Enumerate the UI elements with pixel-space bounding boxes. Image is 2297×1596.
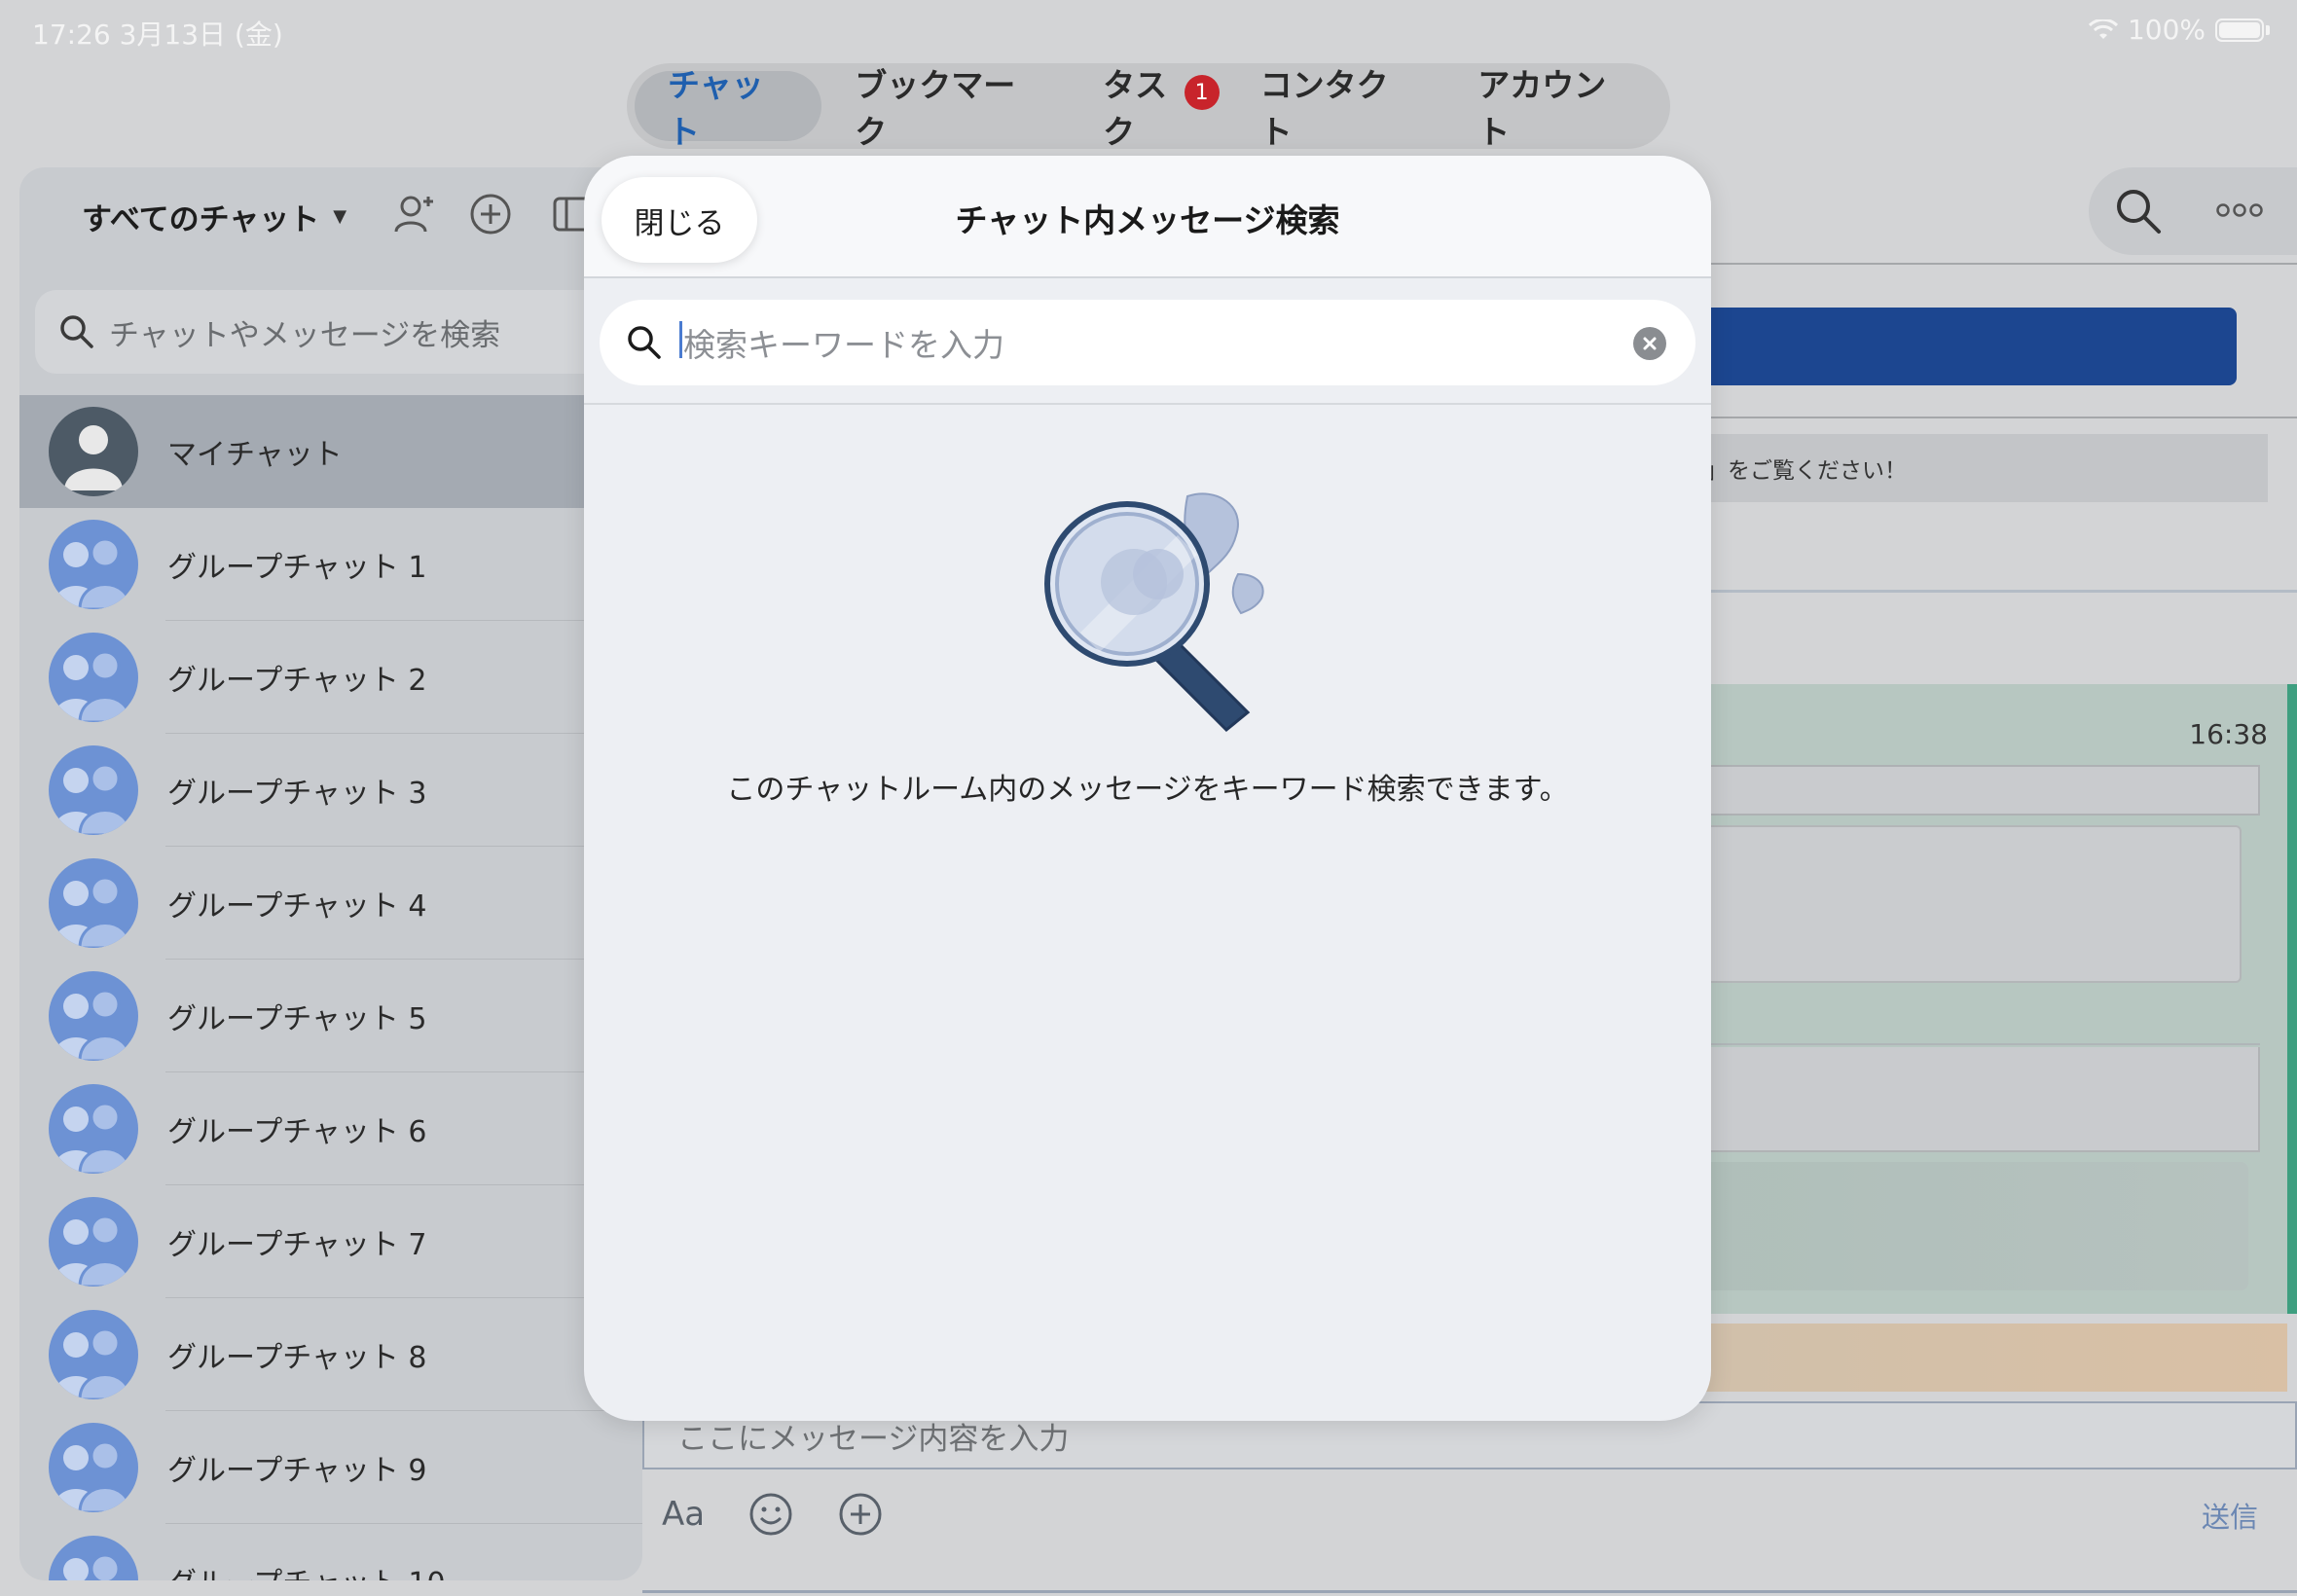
- chat-list-item[interactable]: グループチャット 6: [19, 1072, 642, 1185]
- caret-down-icon[interactable]: ▼: [333, 206, 346, 227]
- tab-account[interactable]: アカウント: [1444, 66, 1662, 151]
- tab-task[interactable]: タスク 1: [1070, 66, 1226, 151]
- chat-name: グループチャット 5: [167, 1002, 427, 1036]
- divider: [584, 403, 1711, 405]
- group-avatar-icon: [49, 1423, 138, 1512]
- message-time: 16:38: [2189, 718, 2268, 750]
- clear-icon[interactable]: [1633, 327, 1666, 360]
- chat-name: グループチャット 7: [167, 1228, 427, 1262]
- group-avatar-icon: [49, 1536, 138, 1580]
- add-contact-icon[interactable]: [387, 187, 442, 241]
- battery-icon: [2215, 18, 2264, 42]
- chat-name: グループチャット 3: [167, 777, 427, 811]
- tab-bookmark[interactable]: ブックマーク: [821, 66, 1070, 151]
- send-button[interactable]: 送信: [2202, 1495, 2258, 1536]
- chat-list-item[interactable]: グループチャット 7: [19, 1185, 642, 1298]
- chat-list-item[interactable]: マイチャット: [19, 395, 642, 508]
- chat-header-actions: [2089, 167, 2297, 255]
- modal-title: チャット内メッセージ検索: [955, 201, 1340, 239]
- chat-list-item[interactable]: グループチャット 3: [19, 734, 642, 847]
- chat-list-item[interactable]: グループチャット 5: [19, 960, 642, 1072]
- group-avatar-icon: [49, 1197, 138, 1287]
- chat-filter-dropdown[interactable]: すべてのチャット: [82, 195, 319, 238]
- chat-list-item[interactable]: グループチャット 4: [19, 847, 642, 960]
- status-time-date: 17:26 3月13日 (金): [32, 18, 283, 51]
- search-icon: [60, 315, 93, 348]
- chat-list-item[interactable]: グループチャット 10: [19, 1524, 642, 1580]
- chat-name: グループチャット 6: [167, 1115, 427, 1149]
- chat-list-item[interactable]: グループチャット 2: [19, 621, 642, 734]
- magnifier-illustration-icon: [1044, 492, 1264, 733]
- chat-name: マイチャット: [167, 438, 343, 472]
- group-avatar-icon: [49, 520, 138, 609]
- emoji-icon[interactable]: [747, 1491, 794, 1538]
- keyword-search-input[interactable]: 検索キーワードを入力: [600, 300, 1695, 385]
- message-accent-bar: [2287, 684, 2297, 1314]
- wifi-icon: [2088, 18, 2118, 39]
- tab-contact[interactable]: コンタクト: [1227, 66, 1445, 151]
- tab-chat[interactable]: チャット: [635, 66, 822, 151]
- font-format-button[interactable]: Aa: [662, 1495, 705, 1534]
- search-icon[interactable]: [2112, 185, 2165, 237]
- chat-list: マイチャット グループチャット 1 グループチャット 2 グループチャット 3 …: [19, 395, 642, 1580]
- chat-list-item[interactable]: グループチャット 9: [19, 1411, 642, 1524]
- more-icon[interactable]: [2215, 199, 2264, 222]
- action-button[interactable]: [1655, 308, 2237, 385]
- chat-name: グループチャット 8: [167, 1341, 427, 1375]
- chat-sidebar: すべてのチャット ▼ チャットやメッセージを検索 マイチャット グループチャット…: [19, 167, 642, 1580]
- message-search-modal: 閉じる チャット内メッセージ検索 検索キーワードを入力 このチャットルーム内のメ…: [584, 156, 1711, 1421]
- chat-list-item[interactable]: グループチャット 8: [19, 1298, 642, 1411]
- status-indicators: 100%: [2088, 14, 2270, 46]
- search-icon: [628, 326, 661, 359]
- modal-header: 閉じる チャット内メッセージ検索: [584, 156, 1711, 278]
- empty-state-message: このチャットルーム内のメッセージをキーワード検索できます。: [726, 773, 1569, 807]
- group-avatar-icon: [49, 633, 138, 722]
- chat-name: グループチャット 2: [167, 664, 427, 698]
- group-avatar-icon: [49, 858, 138, 948]
- text-cursor: [679, 321, 682, 358]
- group-avatar-icon: [49, 745, 138, 835]
- group-avatar-icon: [49, 1310, 138, 1399]
- group-avatar-icon: [49, 1084, 138, 1174]
- new-chat-icon[interactable]: [463, 187, 518, 241]
- group-avatar-icon: [49, 971, 138, 1061]
- sidebar-search-input[interactable]: チャットやメッセージを検索: [35, 290, 642, 374]
- compose-toolbar: Aa: [662, 1487, 884, 1542]
- chat-name: グループチャット 9: [167, 1454, 427, 1488]
- task-badge: 1: [1184, 75, 1220, 110]
- chat-name: グループチャット 1: [167, 551, 427, 585]
- chat-name: グループチャット 4: [167, 889, 427, 924]
- add-attachment-icon[interactable]: [837, 1491, 884, 1538]
- chat-name: グループチャット 10: [167, 1559, 446, 1580]
- main-tab-bar: チャット ブックマーク タスク 1 コンタクト アカウント: [627, 63, 1670, 151]
- person-avatar-icon: [49, 407, 138, 496]
- divider: [642, 1590, 2297, 1593]
- battery-percent: 100%: [2127, 14, 2206, 46]
- chat-list-item[interactable]: グループチャット 1: [19, 508, 642, 621]
